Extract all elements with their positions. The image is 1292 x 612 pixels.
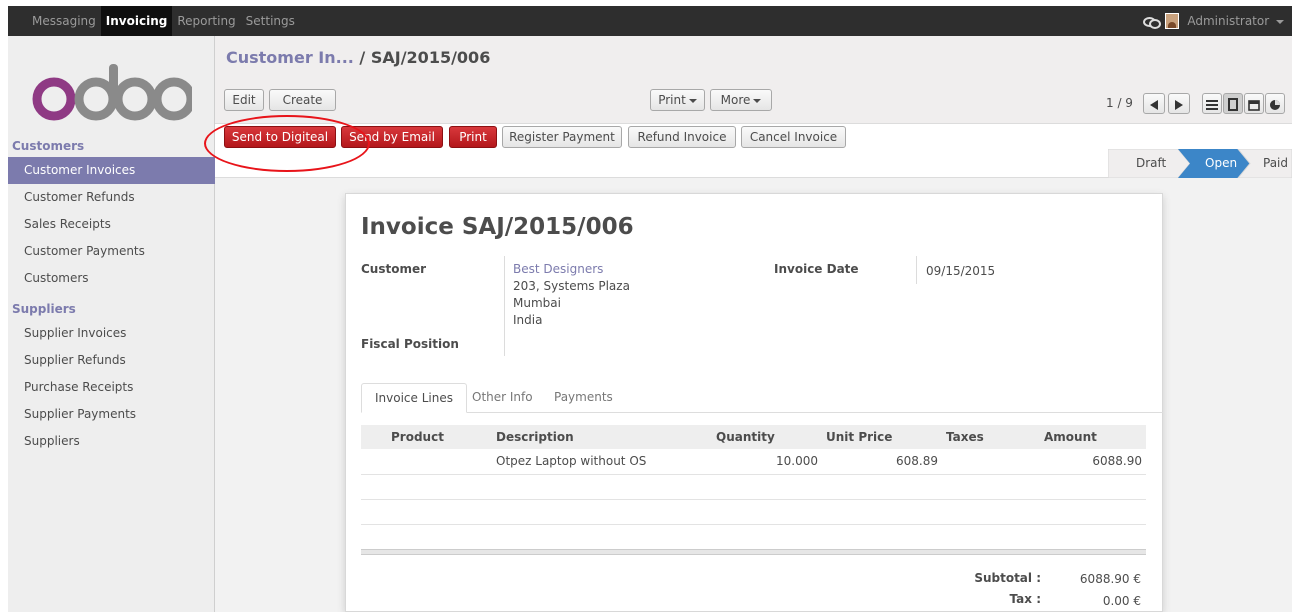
sidebar-item-customer-payments[interactable]: Customer Payments [8,238,215,265]
table-row[interactable]: Otpez Laptop without OS 10.000 608.89 60… [361,449,1146,475]
pager-value: 1 / 9 [1106,96,1133,110]
column-unit-price[interactable]: Unit Price [822,425,942,449]
table-footer [361,549,1146,555]
sidebar: Customers Customer Invoices Customer Ref… [8,36,215,612]
table-row-empty[interactable] [361,474,1146,500]
register-payment-button[interactable]: Register Payment [502,126,622,148]
tax-value: 0.00 € [1102,594,1141,608]
column-quantity[interactable]: Quantity [712,425,822,449]
main-menu: Messaging Invoicing Reporting Settings [8,6,300,36]
chat-icon[interactable] [1143,16,1162,29]
notebook-tabs: Invoice Lines Other Info Payments [361,383,1163,413]
send-by-email-button[interactable]: Send by Email [341,126,443,148]
calendar-view-button[interactable] [1244,93,1264,114]
arrow-right-icon [1175,99,1183,110]
chevron-down-icon [688,98,697,103]
subtotal-value: 6088.90 € [1079,572,1141,586]
sidebar-item-supplier-payments[interactable]: Supplier Payments [8,401,215,428]
cell-unit-price: 608.89 [822,449,942,475]
status-bar: Send to Digiteal Send by Email Print Reg… [215,124,1292,178]
breadcrumb-current: SAJ/2015/006 [370,48,491,67]
status-paid[interactable]: Paid [1263,156,1288,170]
customer-label: Customer [361,262,427,276]
cell-amount: 6088.90 [1040,449,1146,475]
form-view-icon [1228,98,1238,111]
tab-other-info[interactable]: Other Info [459,383,546,413]
customer-link[interactable]: Best Designers [513,261,603,278]
chevron-down-icon [753,98,762,103]
pager: 1 / 9 [1106,96,1133,110]
sidebar-item-supplier-refunds[interactable]: Supplier Refunds [8,347,215,374]
column-amount[interactable]: Amount [1040,425,1146,449]
menu-invoicing[interactable]: Invoicing [100,6,173,36]
odoo-logo [32,64,192,121]
pie-chart-icon [1270,99,1280,110]
menu-settings[interactable]: Settings [241,6,300,36]
fiscal-position-label: Fiscal Position [361,337,459,351]
print-dropdown[interactable]: Print [650,89,705,111]
menu-messaging[interactable]: Messaging [8,6,101,36]
invoice-title: Invoice SAJ/2015/006 [361,214,634,240]
field-divider [916,256,917,284]
chevron-down-icon [1276,19,1284,24]
column-description[interactable]: Description [492,425,712,449]
column-handle [361,425,387,449]
status-draft[interactable]: Draft [1136,156,1166,170]
user-area: Administrator [1143,6,1284,36]
customer-address-line2: Mumbai [513,296,561,310]
sidebar-item-purchase-receipts[interactable]: Purchase Receipts [8,374,215,401]
list-view-button[interactable] [1202,93,1222,114]
more-dropdown[interactable]: More [710,89,772,111]
sidebar-section-customers: Customers [12,139,85,153]
next-button[interactable] [1168,93,1190,114]
graph-view-button[interactable] [1265,93,1285,114]
cell-product [387,449,492,475]
tab-invoice-lines[interactable]: Invoice Lines [361,383,467,413]
customer-address-line1: 203, Systems Plaza [513,279,630,293]
column-taxes[interactable]: Taxes [942,425,1040,449]
sidebar-item-customer-refunds[interactable]: Customer Refunds [8,184,215,211]
print-button[interactable]: Print [449,126,497,148]
cell-description: Otpez Laptop without OS [492,449,712,475]
refund-invoice-button[interactable]: Refund Invoice [628,126,736,148]
avatar[interactable] [1165,13,1180,29]
breadcrumb-separator: / [353,48,371,67]
invoice-date-label: Invoice Date [774,262,859,276]
arrow-left-icon [1150,99,1158,110]
form-view-button[interactable] [1223,93,1243,114]
top-navbar: Messaging Invoicing Reporting Settings A… [8,6,1292,36]
cancel-invoice-button[interactable]: Cancel Invoice [741,126,846,148]
sidebar-item-customers[interactable]: Customers [8,265,215,292]
create-button[interactable]: Create [269,89,336,111]
cell-taxes [942,449,1040,475]
field-divider [504,256,505,356]
calendar-icon [1248,99,1260,111]
status-open: Open [1205,156,1238,170]
breadcrumb: Customer In... / SAJ/2015/006 [226,48,490,67]
send-to-digiteal-button[interactable]: Send to Digiteal [224,126,336,148]
column-product[interactable]: Product [387,425,492,449]
tab-payments[interactable]: Payments [541,383,626,413]
table-row-empty[interactable] [361,499,1146,525]
table-header-row: Product Description Quantity Unit Price … [361,425,1146,449]
previous-button[interactable] [1143,93,1165,114]
sidebar-section-suppliers: Suppliers [12,302,76,316]
invoice-sheet: Invoice SAJ/2015/006 Customer Best Desig… [345,193,1163,612]
table-row-empty[interactable] [361,524,1146,549]
sidebar-item-sales-receipts[interactable]: Sales Receipts [8,211,215,238]
edit-button[interactable]: Edit [224,89,264,111]
invoice-lines-table: Product Description Quantity Unit Price … [361,425,1146,549]
cell-quantity: 10.000 [712,449,822,475]
breadcrumb-parent-link[interactable]: Customer In... [226,48,354,67]
sidebar-item-suppliers[interactable]: Suppliers [8,428,215,455]
sidebar-item-customer-invoices[interactable]: Customer Invoices [8,157,215,184]
list-view-icon [1206,99,1218,110]
control-panel: Customer In... / SAJ/2015/006 Edit Creat… [215,36,1292,124]
user-menu[interactable]: Administrator [1187,14,1284,28]
menu-reporting[interactable]: Reporting [172,6,240,36]
invoice-date-value: 09/15/2015 [926,264,996,278]
sidebar-item-supplier-invoices[interactable]: Supplier Invoices [8,320,215,347]
customer-address-line3: India [513,313,543,327]
